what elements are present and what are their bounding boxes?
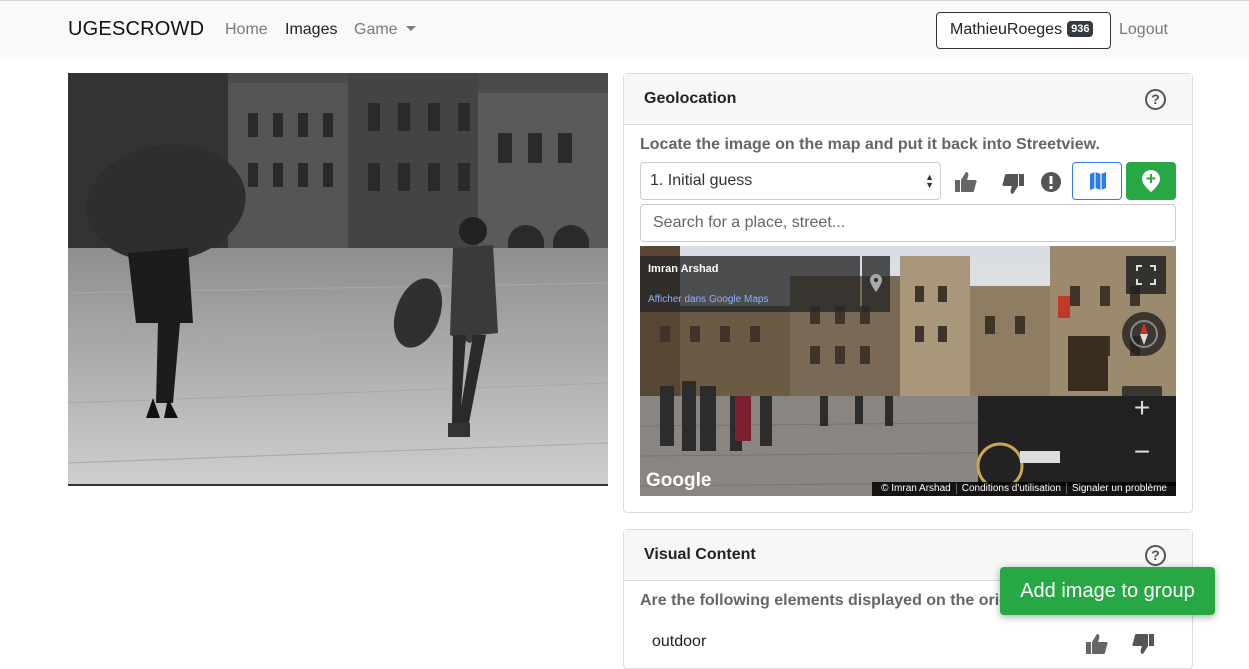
map-view-button[interactable] <box>1072 162 1122 200</box>
select-arrows-icon: ▲ ▼ <box>925 172 934 190</box>
location-pin-icon <box>870 274 882 292</box>
place-pin-button[interactable] <box>1126 162 1176 200</box>
help-icon[interactable]: ? <box>1145 545 1166 566</box>
historical-photo[interactable] <box>68 73 608 486</box>
navbar: UGESCROWD Home Images Game MathieuRoeges… <box>0 0 1249 57</box>
logout-link[interactable]: Logout <box>1119 21 1168 39</box>
place-search-input[interactable]: Search for a place, street... <box>640 204 1176 242</box>
score-badge: 936 <box>1067 21 1094 37</box>
google-logo: Google <box>646 470 712 491</box>
compass-icon <box>1130 320 1158 348</box>
map-icon <box>1090 172 1106 190</box>
geolocation-card: Geolocation ? Locate the image on the ma… <box>623 73 1193 513</box>
guess-select[interactable]: 1. Initial guess ▲ ▼ <box>640 162 941 200</box>
thumbs-up-icon[interactable] <box>1086 634 1108 654</box>
terms-link[interactable]: Conditions d'utilisation <box>956 483 1067 494</box>
visual-content-title: Visual Content <box>644 546 756 563</box>
help-icon[interactable]: ? <box>1145 89 1166 110</box>
nav-dropdown-game[interactable]: Game <box>354 21 416 39</box>
visual-content-question: Are the following elements displayed on … <box>640 592 1009 609</box>
streetview-info-box: Imran Arshad Afficher dans Google Maps <box>640 256 860 312</box>
geolocation-header: Geolocation ? <box>624 74 1192 125</box>
geolocation-instruction: Locate the image on the map and put it b… <box>640 136 1100 153</box>
zoom-out-icon[interactable]: − <box>1122 430 1162 474</box>
report-problem-link[interactable]: Signaler un problème <box>1067 483 1172 494</box>
alert-icon[interactable] <box>1041 172 1061 192</box>
streetview-author: Imran Arshad <box>648 263 719 275</box>
brand-logo[interactable]: UGESCROWD <box>68 18 204 41</box>
thumbs-up-icon[interactable] <box>955 172 977 192</box>
thumbs-down-icon[interactable] <box>1002 174 1024 194</box>
zoom-controls: + − <box>1122 386 1162 474</box>
geolocation-title: Geolocation <box>644 90 737 107</box>
fullscreen-button[interactable] <box>1126 256 1166 294</box>
caret-down-icon <box>405 26 416 31</box>
thumbs-down-icon[interactable] <box>1132 634 1154 654</box>
pin-plus-icon <box>1142 170 1160 192</box>
zoom-in-icon[interactable]: + <box>1122 386 1162 430</box>
nav-link-home[interactable]: Home <box>225 21 268 39</box>
nav-link-game-label: Game <box>354 21 398 38</box>
username: MathieuRoeges <box>950 21 1063 38</box>
guess-select-value: 1. Initial guess <box>650 172 753 189</box>
nav-link-images[interactable]: Images <box>285 21 337 39</box>
user-profile-button[interactable]: MathieuRoeges 936 <box>936 12 1111 49</box>
copyright-text: © Imran Arshad <box>876 483 957 494</box>
streetview-footer: © Imran Arshad Conditions d'utilisation Si… <box>872 482 1176 496</box>
fullscreen-icon <box>1136 265 1156 285</box>
streetview-panel[interactable]: Imran Arshad Afficher dans Google Maps +… <box>640 246 1176 496</box>
compass-control[interactable] <box>1122 312 1166 356</box>
location-pin-box[interactable] <box>862 256 890 312</box>
visual-element-label: outdoor <box>652 633 707 650</box>
add-image-to-group-button[interactable]: Add image to group <box>1000 567 1215 615</box>
google-maps-link[interactable]: Afficher dans Google Maps <box>648 294 768 305</box>
